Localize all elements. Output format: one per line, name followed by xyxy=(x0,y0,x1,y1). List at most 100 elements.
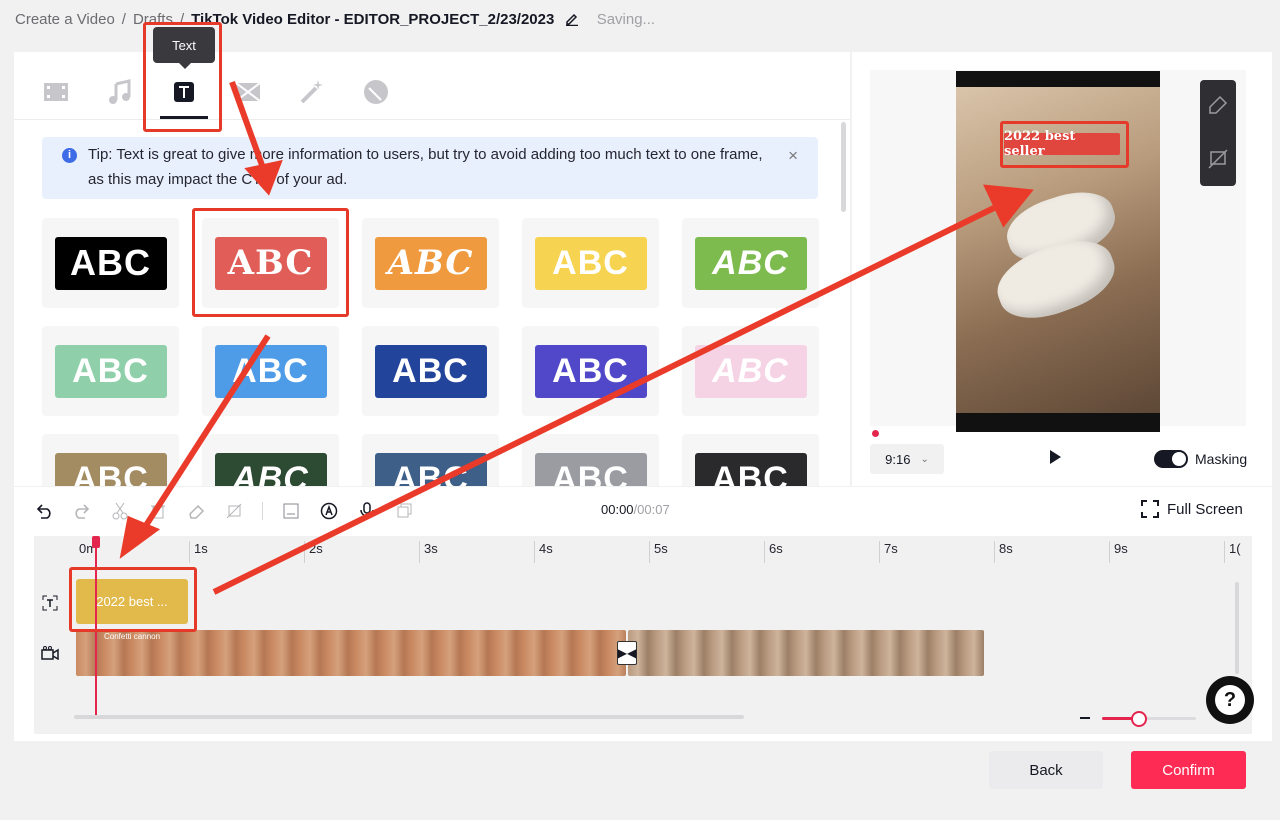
ruler-tick: 9s xyxy=(1114,541,1128,556)
video-tab-icon[interactable] xyxy=(36,72,76,112)
text-template-card[interactable]: ABC xyxy=(682,434,819,486)
split-icon[interactable] xyxy=(110,501,130,521)
chevron-down-icon: ⌄ xyxy=(920,453,929,465)
ruler-line xyxy=(994,541,995,563)
template-preview: ABC xyxy=(694,344,807,398)
text-template-card[interactable]: ABC xyxy=(682,218,819,308)
close-icon[interactable]: × xyxy=(788,143,798,168)
text-template-card[interactable]: ABC xyxy=(682,326,819,416)
ruler-tick: 6s xyxy=(769,541,783,556)
microphone-icon[interactable] xyxy=(357,501,377,521)
crop-icon[interactable] xyxy=(224,501,244,521)
template-preview: ABC xyxy=(374,236,487,290)
text-template-card[interactable]: ABC xyxy=(202,434,339,486)
timeline-panel: 00:00/00:07 Full Screen 0m 1s 2s 3s 4s 5… xyxy=(14,487,1272,741)
timecode: 00:00/00:07 xyxy=(601,502,670,517)
saving-status: Saving... xyxy=(596,11,656,28)
text-template-card[interactable]: ABC xyxy=(42,218,179,308)
template-preview: ABC xyxy=(374,452,487,486)
template-preview: ABC xyxy=(694,452,807,486)
preview-progress-handle[interactable] xyxy=(872,430,879,437)
tip-banner: i Tip: Text is great to give more inform… xyxy=(42,137,818,199)
ruler-line xyxy=(534,541,535,563)
current-time: 00:00 xyxy=(601,502,634,517)
ruler-tick: 2s xyxy=(309,541,323,556)
caption-icon[interactable] xyxy=(281,501,301,521)
text-template-card[interactable]: ABC xyxy=(362,218,499,308)
edit-pencil-icon[interactable] xyxy=(565,12,579,30)
text-template-card[interactable]: ABC xyxy=(522,326,659,416)
timeline-track-area[interactable]: 0m 1s 2s 3s 4s 5s 6s 7s 8s 9s 1( 2022 be… xyxy=(34,536,1252,734)
panel-scrollbar[interactable] xyxy=(841,122,846,212)
template-preview: ABC xyxy=(534,452,647,486)
template-preview: ABC xyxy=(54,452,167,486)
fullscreen-icon xyxy=(1141,500,1159,518)
help-button[interactable]: ? xyxy=(1206,676,1254,724)
asset-tabs xyxy=(14,52,850,120)
highlight-box xyxy=(1000,121,1129,168)
text-template-card[interactable]: ABC xyxy=(362,326,499,416)
text-template-card[interactable]: ABC xyxy=(202,326,339,416)
timeline-toolbar xyxy=(34,501,415,521)
zoom-slider-handle[interactable] xyxy=(1131,711,1147,727)
ruler-line xyxy=(649,541,650,563)
template-preview: ABC xyxy=(54,236,167,290)
ruler-tick: 1s xyxy=(194,541,208,556)
video-track-icon xyxy=(41,646,59,663)
sticker-tab-icon[interactable] xyxy=(356,72,396,112)
music-tab-icon[interactable] xyxy=(100,72,140,112)
highlight-box xyxy=(192,208,349,317)
toolbar-divider xyxy=(262,502,263,520)
aspect-ratio-select[interactable]: 9:16 ⌄ xyxy=(870,444,944,474)
text-track-icon xyxy=(42,595,58,614)
transition-tab-icon[interactable] xyxy=(228,72,268,112)
play-icon[interactable] xyxy=(1050,450,1061,464)
effects-tab-icon[interactable] xyxy=(292,72,332,112)
back-button[interactable]: Back xyxy=(989,751,1103,789)
full-screen-label: Full Screen xyxy=(1167,500,1243,518)
template-preview: ABC xyxy=(54,344,167,398)
text-template-card[interactable]: ABC xyxy=(42,434,179,486)
timeline-scrollbar[interactable] xyxy=(74,715,744,719)
project-title: TikTok Video Editor - EDITOR_PROJECT_2/2… xyxy=(191,11,555,28)
ruler-line xyxy=(189,541,190,563)
effect-label: Confetti cannon xyxy=(104,632,161,641)
ruler-tick: 4s xyxy=(539,541,553,556)
template-preview: ABC xyxy=(214,344,327,398)
transition-icon[interactable]: ▶◀ xyxy=(617,641,637,665)
total-time: /00:07 xyxy=(633,502,670,517)
undo-icon[interactable] xyxy=(34,501,54,521)
auto-caption-icon[interactable] xyxy=(319,501,339,521)
confirm-button[interactable]: Confirm xyxy=(1131,751,1246,789)
redo-icon[interactable] xyxy=(72,501,92,521)
info-icon: i xyxy=(62,148,77,163)
template-preview: ABC xyxy=(534,344,647,398)
aspect-ratio-value: 9:16 xyxy=(885,451,911,467)
ruler-line xyxy=(764,541,765,563)
zoom-out-icon[interactable] xyxy=(1080,717,1090,719)
zoom-control xyxy=(1080,704,1210,734)
text-template-grid: ABC ABC ABC ABC ABC ABC ABC ABC ABC ABC … xyxy=(42,218,820,486)
breadcrumb-separator: / xyxy=(121,11,126,28)
preview-tools xyxy=(1200,80,1236,186)
ruler-tick: 7s xyxy=(884,541,898,556)
timeline-vertical-scrollbar[interactable] xyxy=(1235,582,1239,674)
text-template-card[interactable]: ABC xyxy=(42,326,179,416)
masking-toggle[interactable] xyxy=(1154,450,1188,468)
highlight-box xyxy=(69,567,197,632)
text-template-card[interactable]: ABC xyxy=(522,434,659,486)
text-template-card[interactable]: ABC xyxy=(362,434,499,486)
breadcrumb: Create a Video / Drafts / TikTok Video Edito… xyxy=(15,11,655,30)
tip-text: Tip: Text is great to give more informat… xyxy=(88,146,763,188)
duplicate-icon[interactable] xyxy=(395,501,415,521)
text-template-card[interactable]: ABC xyxy=(522,218,659,308)
masking-label: Masking xyxy=(1195,451,1248,467)
delete-icon[interactable] xyxy=(148,501,168,521)
video-clip[interactable] xyxy=(628,630,984,676)
eraser-icon[interactable] xyxy=(186,501,206,521)
full-screen-button[interactable]: Full Screen xyxy=(1141,500,1243,518)
asset-panel: i Tip: Text is great to give more inform… xyxy=(14,52,850,486)
template-preview: ABC xyxy=(214,452,327,486)
breadcrumb-create[interactable]: Create a Video xyxy=(15,11,115,28)
ruler-line xyxy=(1224,541,1225,563)
